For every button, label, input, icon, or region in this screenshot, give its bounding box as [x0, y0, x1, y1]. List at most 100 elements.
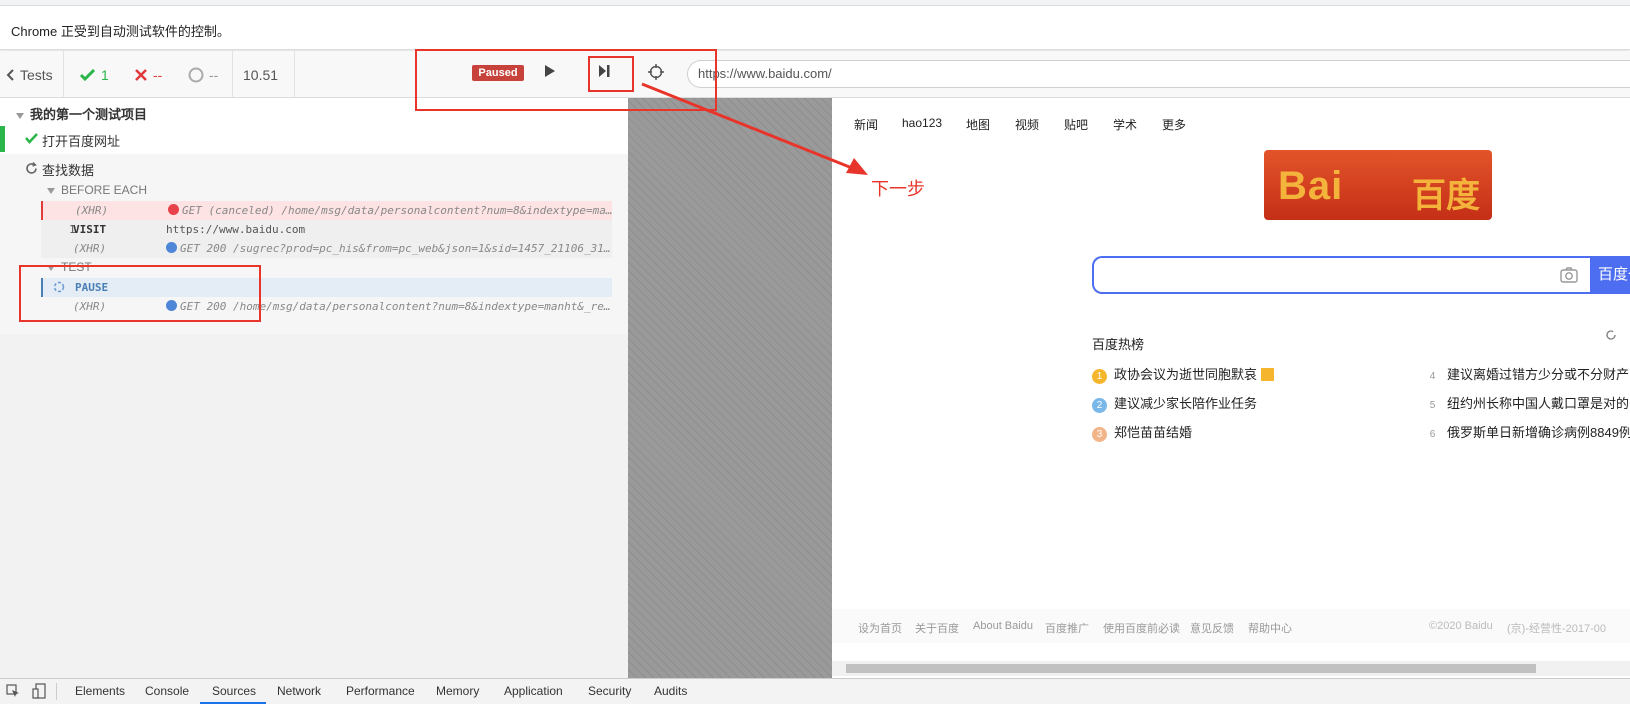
hot-item[interactable]: 5 纽约州长称中国人戴口罩是对的 [1425, 393, 1629, 413]
suite-title-text: 我的第一个测试项目 [30, 107, 148, 122]
status-dot-icon [166, 242, 177, 253]
hook-label: BEFORE EACH [61, 183, 148, 197]
annotation-box-pause [19, 265, 261, 322]
command-row-xhr[interactable]: (XHR) GET 200 /sugrec?prod=pc_his&from=p… [41, 239, 612, 258]
inspect-element-icon[interactable] [6, 684, 20, 698]
footer-link[interactable]: About Baidu [973, 620, 1033, 632]
refresh-icon[interactable] [1605, 329, 1617, 341]
failed-count: -- [135, 51, 162, 98]
collapse-triangle-icon [16, 112, 24, 119]
nav-link-xueshu[interactable]: 学术 [1113, 116, 1137, 133]
window-top-strip [0, 0, 1630, 6]
pending-count: -- [188, 51, 218, 98]
hook-before-each[interactable]: BEFORE EACH [47, 183, 147, 197]
logo-cn-text: 百度 [1412, 177, 1480, 215]
check-icon [80, 68, 95, 81]
check-icon [25, 133, 38, 144]
footer-link[interactable]: 百度推广 [1045, 620, 1089, 636]
logo-text: Bai [1278, 164, 1344, 208]
copyright: ©2020 Baidu [1429, 620, 1493, 632]
devtools-tabstrip: Elements Console Sources Network Perform… [0, 678, 1630, 704]
hot-tag-icon [1261, 368, 1275, 381]
license: (京)-经营性-2017-00 [1507, 623, 1607, 635]
device-toggle-icon[interactable] [32, 683, 46, 699]
tab-audits[interactable]: Audits [654, 684, 687, 698]
nav-link-map[interactable]: 地图 [966, 116, 990, 133]
command-row-xhr-failed[interactable]: (XHR) GET (canceled) /home/msg/data/pers… [41, 201, 613, 220]
hot-item[interactable]: 1 政协会议为逝世同胞默哀 [1092, 364, 1275, 384]
failed-value: -- [153, 66, 163, 83]
divider [56, 683, 57, 700]
search-input[interactable] [1092, 256, 1590, 294]
annotation-box-next [588, 56, 634, 92]
hot-item[interactable]: 3 郑恺苗苗结婚 [1092, 422, 1192, 442]
infobar-text: Chrome 正受到自动测试软件的控制。 [11, 24, 230, 39]
refresh-icon [26, 162, 37, 174]
tab-elements[interactable]: Elements [75, 684, 125, 698]
pending-circle-icon [188, 67, 204, 82]
footer-link[interactable]: 使用百度前必读 [1103, 620, 1180, 636]
hot-item[interactable]: 4 建议离婚过错方少分或不分财产 [1425, 364, 1629, 384]
command-name: (XHR) [75, 204, 109, 217]
tab-performance[interactable]: Performance [346, 684, 415, 698]
tab-console[interactable]: Console [145, 684, 189, 698]
command-row-visit[interactable]: 1 VISIT https://www.baidu.com [41, 220, 612, 239]
rank-badge: 5 [1429, 400, 1436, 411]
nav-link-tieba[interactable]: 贴吧 [1064, 116, 1088, 133]
nav-link-hao123[interactable]: hao123 [902, 116, 942, 130]
footer-link[interactable]: 帮助中心 [1248, 620, 1292, 636]
search-button[interactable]: 百度一 [1590, 256, 1630, 294]
rank-badge: 6 [1429, 429, 1436, 440]
reporter-panel: 我的第一个测试项目 打开百度网址 查找数据 BEFORE EACH (XHR) … [0, 98, 628, 678]
aut-iframe: 新闻 hao123 地图 视频 贴吧 学术 更多 Bai 百度 百度一 百度热榜… [832, 98, 1630, 678]
rank-badge: 3 [1092, 427, 1107, 442]
tab-security[interactable]: Security [588, 684, 631, 698]
annotation-arrow-icon [641, 82, 868, 175]
x-icon [135, 68, 147, 81]
rank-badge: 2 [1092, 398, 1107, 413]
footer-link[interactable]: 设为首页 [858, 620, 902, 636]
tab-network[interactable]: Network [277, 684, 321, 698]
hot-item[interactable]: 6 俄罗斯单日新增确诊病例8849例 [1425, 422, 1630, 442]
status-dot-icon [168, 204, 179, 215]
tab-application[interactable]: Application [504, 684, 563, 698]
hot-item[interactable]: 2 建议减少家长陪作业任务 [1092, 393, 1257, 413]
command-message: https://www.baidu.com [166, 223, 306, 236]
duration: 10.51 [243, 66, 279, 83]
tests-back-button[interactable]: Tests [6, 51, 53, 98]
tab-memory[interactable]: Memory [436, 684, 479, 698]
tab-sources[interactable]: Sources [212, 684, 256, 698]
divider [294, 51, 295, 98]
divider [63, 51, 64, 98]
passed-value: 1 [101, 66, 109, 83]
hot-list-title: 百度热榜 [1092, 337, 1145, 352]
footer-link[interactable]: 意见反馈 [1190, 620, 1234, 636]
command-message: GET 200 /sugrec?prod=pc_his&from=pc_web&… [166, 242, 611, 255]
command-name: VISIT [73, 223, 107, 236]
divider [232, 51, 233, 98]
test-title: 查找数据 [42, 163, 95, 178]
nav-link-more[interactable]: 更多 [1162, 116, 1186, 133]
baidu-logo[interactable]: Bai 百度 [1264, 150, 1492, 220]
command-message: GET (canceled) /home/msg/data/personalco… [168, 204, 613, 217]
baidu-footer: 设为首页 关于百度 About Baidu 百度推广 使用百度前必读 意见反馈 … [832, 609, 1630, 643]
automation-infobar: Chrome 正受到自动测试软件的控制。 [0, 0, 1630, 50]
passed-count: 1 [80, 51, 109, 98]
test-title: 打开百度网址 [42, 134, 121, 149]
passed-indicator [0, 126, 5, 152]
chevron-left-icon [6, 68, 14, 81]
collapse-triangle-icon [47, 187, 55, 194]
nav-link-video[interactable]: 视频 [1015, 116, 1039, 133]
camera-icon[interactable] [1560, 267, 1578, 283]
command-name: (XHR) [73, 242, 107, 255]
pending-value: -- [209, 66, 219, 83]
rank-badge: 1 [1092, 369, 1107, 384]
suite-title[interactable]: 我的第一个测试项目 [16, 104, 147, 123]
annotation-label: 下一步 [871, 179, 925, 199]
horizontal-scrollbar[interactable] [832, 661, 1630, 676]
rank-badge: 4 [1429, 371, 1436, 382]
test-row-passed[interactable]: 打开百度网址 [0, 124, 628, 154]
footer-link[interactable]: 关于百度 [915, 620, 959, 636]
scrollbar-thumb[interactable] [846, 664, 1536, 673]
tests-label: Tests [20, 66, 53, 83]
